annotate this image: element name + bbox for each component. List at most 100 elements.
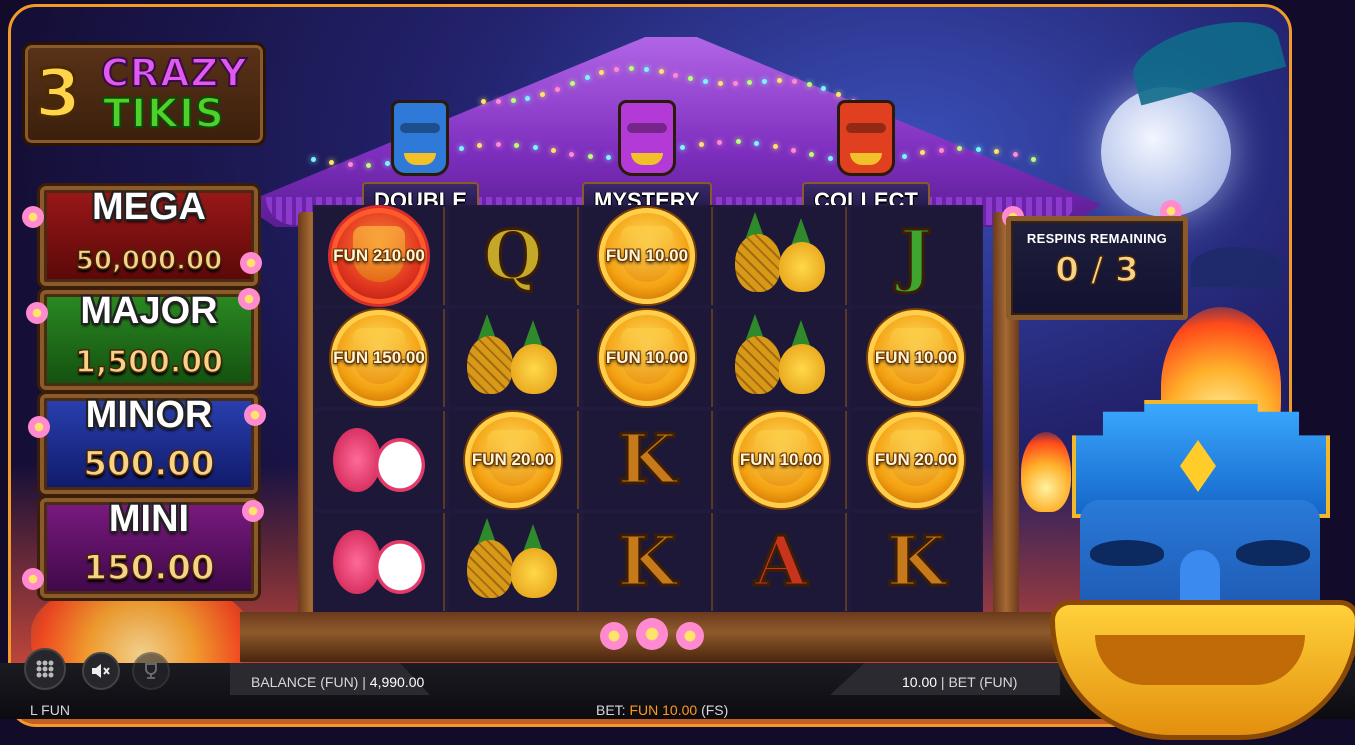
flower-decoration <box>244 404 266 426</box>
jackpot-name: MAJOR <box>80 290 218 332</box>
dragonfruit-symbol <box>329 522 429 602</box>
reel-cell: Q <box>449 207 579 305</box>
grid-menu-icon <box>36 660 54 678</box>
red-tiki-icon <box>836 100 895 176</box>
string-light-bulb <box>806 81 812 87</box>
string-light-bulb <box>584 74 590 80</box>
string-light-bulb <box>717 139 723 145</box>
logo-word-crazy: CRAZY <box>100 50 248 96</box>
reel-cell <box>449 309 579 407</box>
bet-suffix: (FS) <box>701 702 729 718</box>
reel-cell: K <box>851 513 981 611</box>
respins-count: 0 / 3 <box>1055 249 1140 291</box>
gold-coin-symbol: FUN 150.00 <box>331 310 427 406</box>
coin-value-label: FUN 10.00 <box>605 246 689 265</box>
string-light-bulb <box>717 80 723 86</box>
dragonfruit-half <box>375 438 425 492</box>
jackpot-name: MINI <box>108 498 190 540</box>
string-light-bulb <box>347 161 353 167</box>
reel-cell <box>717 207 847 305</box>
pineapple-symbol <box>463 518 563 602</box>
jackpot-value: 1,500.00 <box>74 344 224 381</box>
trophy-button[interactable] <box>132 652 170 690</box>
dragonfruit-whole <box>333 428 381 492</box>
dragonfruit-whole <box>333 530 381 594</box>
bet-label: BET (FUN) <box>948 674 1018 690</box>
string-light-bulb <box>1031 157 1036 162</box>
jackpot-value: 500.00 <box>83 443 216 485</box>
reel-cell: FUN 20.00 <box>851 411 981 509</box>
pineapple-half <box>779 242 825 292</box>
tiki-mascot <box>1040 400 1355 745</box>
pineapple-half <box>779 344 825 394</box>
reel-cell <box>717 309 847 407</box>
gold-coin-symbol: FUN 20.00 <box>868 412 964 508</box>
coin-value-label: FUN 150.00 <box>333 348 425 367</box>
jackpot-value: 150.00 <box>83 547 216 589</box>
letter-symbol-k: K <box>616 522 678 602</box>
reel-cell: A <box>717 513 847 611</box>
bet-fun-value: FUN 10.00 <box>629 702 698 718</box>
pineapple-half <box>511 344 557 394</box>
letter-symbol-j: J <box>898 216 933 296</box>
menu-button[interactable] <box>24 648 66 690</box>
string-light-bulb <box>836 92 842 98</box>
jackpot-value: 50,000.00 <box>75 245 223 277</box>
reel-cell: K <box>583 513 713 611</box>
win-display: L FUN <box>30 702 70 718</box>
bet-amount: 10.00 <box>902 674 938 690</box>
flower-decoration <box>242 500 264 522</box>
coin-value-label: FUN 10.00 <box>874 348 958 367</box>
mascot-teeth <box>1095 635 1305 685</box>
trophy-icon <box>145 663 157 679</box>
flower-decoration <box>28 416 50 438</box>
pineapple-symbol <box>731 314 831 398</box>
reel-grid: FUN 210.00 Q FUN 10.00 J FUN 150.00 FUN 10.00… <box>313 205 983 613</box>
flower-decoration <box>22 206 44 228</box>
jackpot-name: MINOR <box>85 394 213 436</box>
balance-value: 4,990.00 <box>369 674 425 690</box>
feature-collect: COLLECT <box>802 100 930 220</box>
palm-silhouette <box>1191 247 1281 287</box>
reel-cell: K <box>583 411 713 509</box>
reel-cell: FUN 10.00 <box>583 207 713 305</box>
reel-cell: FUN 10.00 <box>583 309 713 407</box>
letter-symbol-a: A <box>753 522 809 602</box>
pineapple-symbol <box>463 314 563 398</box>
purple-tiki-icon <box>617 100 676 176</box>
string-light-bulb <box>629 65 634 71</box>
gold-coin-symbol: FUN 20.00 <box>465 412 561 508</box>
coin-value-label: FUN 210.00 <box>333 246 425 265</box>
pineapple-body <box>735 336 781 394</box>
string-light-bulb <box>994 148 1000 154</box>
jackpot-name: MEGA <box>92 186 206 228</box>
flower-decoration <box>26 302 48 324</box>
balance-label: BALANCE (FUN) <box>251 674 359 690</box>
string-light-bulb <box>791 79 797 85</box>
reel-cell: J <box>851 207 981 305</box>
mascot-eye-left <box>1090 540 1164 566</box>
jackpot-mega: MEGA 50,000.00 <box>40 186 258 286</box>
sound-button[interactable] <box>82 652 120 690</box>
dragonfruit-half <box>375 540 425 594</box>
reel-cell <box>315 513 445 611</box>
string-light-bulb <box>614 66 620 72</box>
respins-title: RESPINS REMAINING <box>1026 231 1168 246</box>
string-light-bulb <box>772 144 778 150</box>
respins-panel: RESPINS REMAINING 0 / 3 <box>1006 216 1188 320</box>
jackpot-major: MAJOR 1,500.00 <box>40 290 258 390</box>
string-light-bulb <box>555 86 560 92</box>
red-coin-symbol: FUN 210.00 <box>331 208 427 304</box>
pineapple-body <box>467 336 513 394</box>
feature-mystery: MYSTERY <box>582 100 712 220</box>
gold-coin-symbol: FUN 10.00 <box>868 310 964 406</box>
pineapple-half <box>511 548 557 598</box>
letter-symbol-k: K <box>616 420 678 500</box>
game-logo: 3 CRAZY TIKIS <box>22 42 266 146</box>
mascot-eye-right <box>1236 540 1310 566</box>
string-light-bulb <box>510 97 516 103</box>
bet-summary: BET: FUN 10.00 (FS) <box>596 702 728 718</box>
coin-value-label: FUN 10.00 <box>739 450 823 469</box>
bet-prefix: BET: <box>596 702 626 718</box>
pineapple-symbol <box>731 212 831 296</box>
